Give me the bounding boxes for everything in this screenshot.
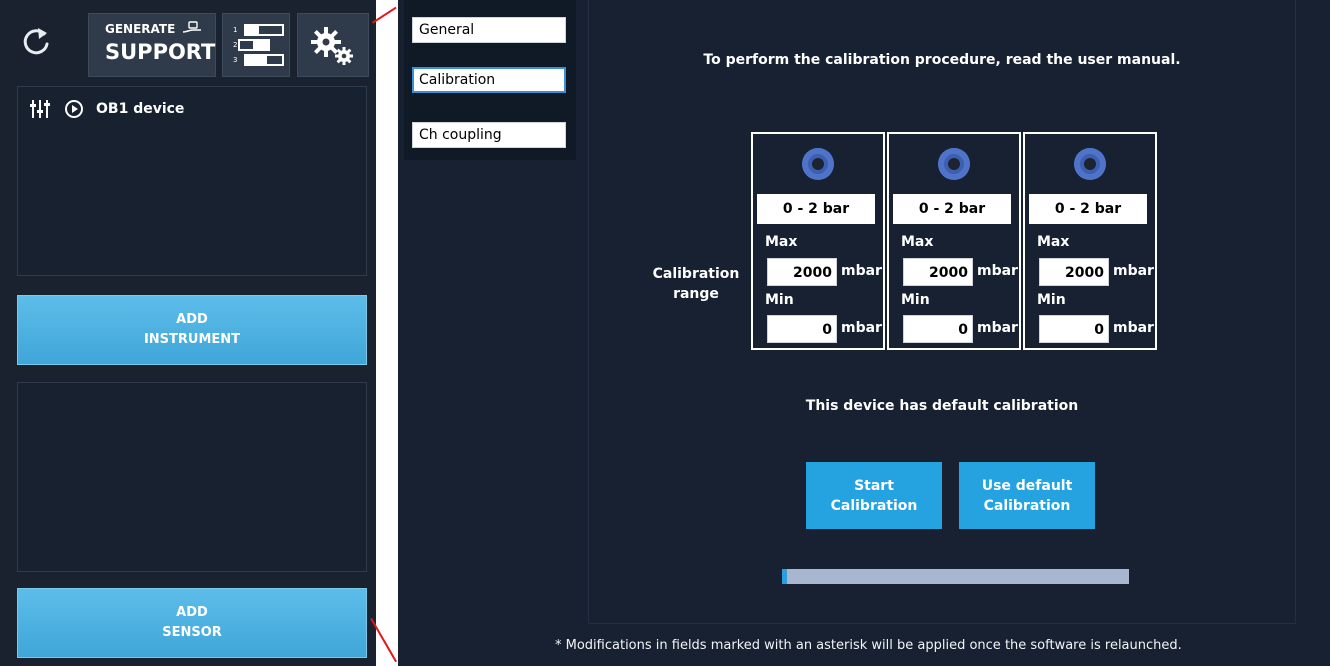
svg-text:1: 1 [233,26,237,34]
calibration-instruction: To perform the calibration procedure, re… [703,52,1181,68]
support-label: SUPPORT [105,40,216,64]
support-hand-icon [182,21,201,33]
min-input[interactable]: 0 [1039,315,1109,343]
max-label: Max [901,234,934,250]
calibration-progress-fill [782,569,787,584]
calibration-range-label: Calibration range [644,264,748,304]
max-input[interactable]: 2000 [1039,258,1109,286]
use-default-calibration-button[interactable]: Use default Calibration [959,462,1095,529]
svg-text:2: 2 [233,41,237,49]
pressure-port-icon [1074,148,1106,180]
min-unit: mbar [1113,320,1154,336]
svg-text:3: 3 [233,56,237,64]
pressure-range: 0 - 2 bar [893,194,1011,224]
use-default-line2: Calibration [983,497,1071,514]
footer-note: * Modifications in fields marked with an… [555,638,1182,653]
max-input[interactable]: 2000 [903,258,973,286]
generate-support-button[interactable]: GENERATE SUPPORT [88,13,216,77]
add-sensor-line2: SENSOR [162,625,222,640]
pressure-port-icon [802,148,834,180]
pressure-range: 0 - 2 bar [1029,194,1147,224]
calibration-status: This device has default calibration [805,398,1079,414]
add-instrument-button[interactable]: ADD INSTRUMENT [17,295,367,365]
min-input[interactable]: 0 [767,315,837,343]
tab-calibration[interactable]: Calibration [412,67,566,93]
max-unit: mbar [1113,263,1154,279]
instrument-name: OB1 device [96,101,185,117]
pressure-port-icon [938,148,970,180]
channel-column-1: 0 - 2 bar Max 2000 mbar Min 0 mbar [751,132,885,350]
max-label: Max [765,234,798,250]
min-label: Min [1037,292,1066,308]
tab-general[interactable]: General [412,17,566,43]
gears-icon [311,27,353,65]
max-unit: mbar [841,263,882,279]
use-default-line1: Use default [981,477,1073,494]
calibration-range-label-line1: Calibration [652,266,740,282]
numbered-list-icon: 1 2 3 [233,24,284,66]
channel-column-3: 0 - 2 bar Max 2000 mbar Min 0 mbar [1023,132,1157,350]
add-sensor-button[interactable]: ADD SENSOR [17,588,367,658]
settings-button[interactable] [297,13,369,77]
min-unit: mbar [841,320,882,336]
add-instrument-line2: INSTRUMENT [143,332,241,347]
min-input[interactable]: 0 [903,315,973,343]
pressure-range: 0 - 2 bar [757,194,875,224]
max-unit: mbar [977,263,1018,279]
sensor-list [17,382,367,572]
channel-column-2: 0 - 2 bar Max 2000 mbar Min 0 mbar [887,132,1021,350]
start-calibration-button[interactable]: Start Calibration [806,462,942,529]
instrument-item[interactable]: OB1 device [30,97,184,121]
sliders-icon[interactable] [30,99,52,119]
start-calibration-line2: Calibration [830,497,918,514]
calibration-progress-bar [782,569,1129,584]
refresh-icon[interactable] [16,22,56,62]
calibration-range-label-line2: range [673,286,719,302]
play-icon[interactable] [64,99,84,119]
instrument-list: OB1 device [17,86,367,276]
max-input[interactable]: 2000 [767,258,837,286]
add-instrument-line1: ADD [176,312,208,327]
start-calibration-line1: Start [854,477,894,494]
generate-label: GENERATE [105,22,176,36]
min-unit: mbar [977,320,1018,336]
add-sensor-line1: ADD [176,605,208,620]
max-label: Max [1037,234,1070,250]
channel-list-button[interactable]: 1 2 3 [222,13,290,77]
tab-ch-coupling[interactable]: Ch coupling [412,122,566,148]
min-label: Min [765,292,794,308]
min-label: Min [901,292,930,308]
